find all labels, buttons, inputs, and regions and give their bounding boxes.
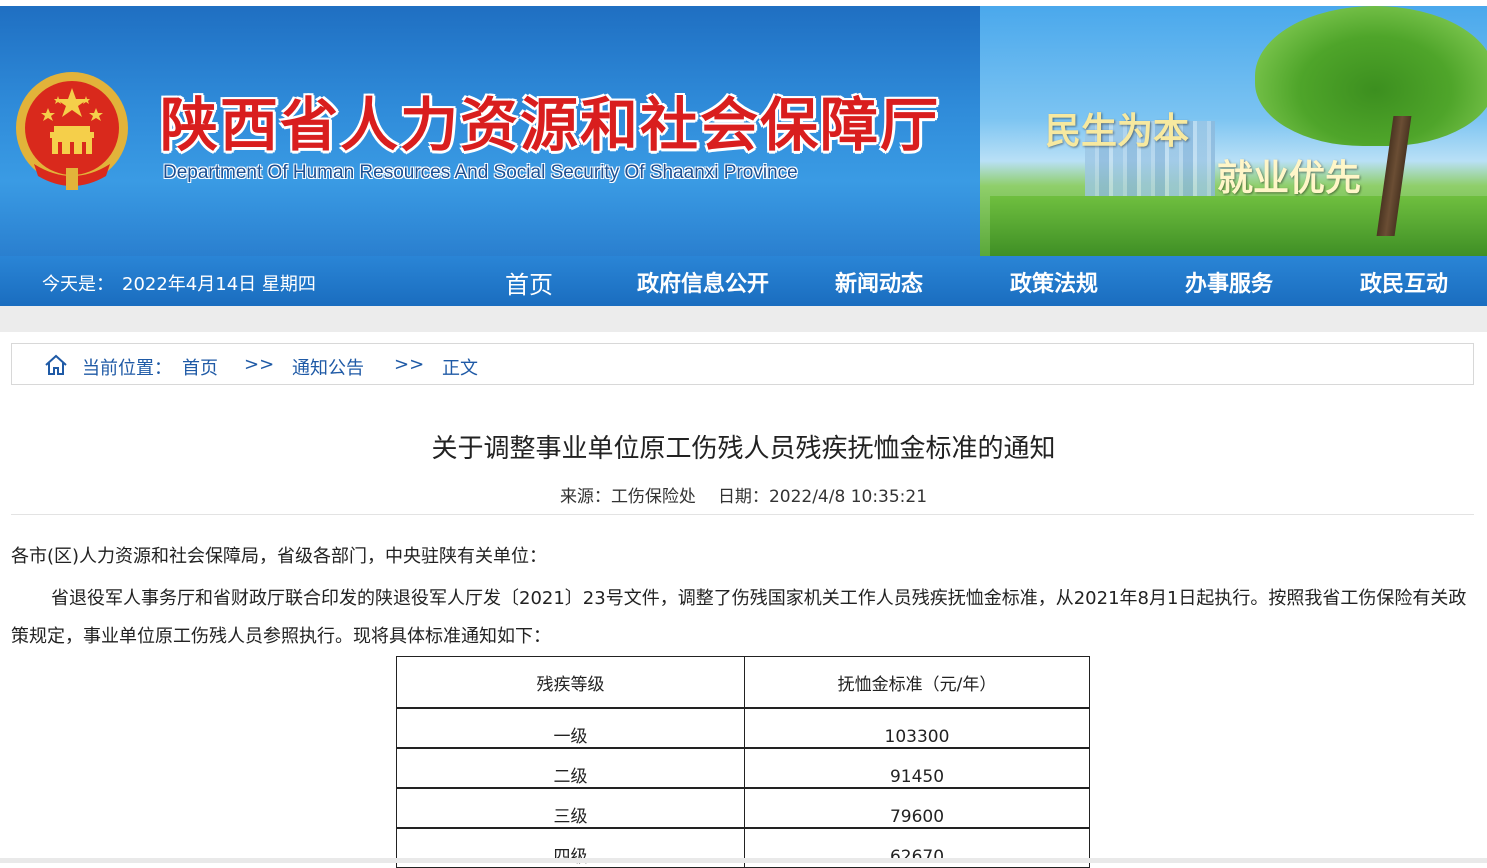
table-cell-amount: 103300 — [744, 707, 1090, 749]
compensation-table: 残疾等级 抚恤金标准（元/年） 一级 103300 二级 91450 三级 79… — [396, 656, 1090, 868]
header-banner: 陕西省人力资源和社会保障厅 Department Of Human Resour… — [0, 6, 1487, 256]
article-paragraph-1: 各市(区)人力资源和社会保障局，省级各部门，中央驻陕有关单位： — [11, 546, 548, 567]
breadcrumb-separator: >> — [244, 354, 275, 375]
banner-grass — [990, 196, 1487, 256]
table-header-cell: 抚恤金标准（元/年） — [744, 656, 1090, 709]
date-value: 2022年4月14日 星期四 — [122, 274, 316, 295]
spacer-bar — [0, 306, 1487, 332]
breadcrumb-current: 正文 — [442, 358, 478, 379]
table-cell-amount: 91450 — [744, 747, 1090, 789]
nav-item-policy[interactable]: 政策法规 — [1010, 266, 1098, 298]
table-cell-level: 三级 — [396, 787, 745, 829]
source-value: 工伤保险处 — [610, 487, 696, 507]
nav-item-interaction[interactable]: 政民互动 — [1360, 266, 1448, 298]
slogan-text-1: 民生为本 — [1045, 110, 1190, 152]
site-title: 陕西省人力资源和社会保障厅 — [160, 91, 941, 159]
breadcrumb-prefix: 当前位置： — [82, 358, 172, 379]
table-header-cell: 残疾等级 — [396, 656, 745, 709]
breadcrumb-section[interactable]: 通知公告 — [292, 354, 364, 380]
bottom-strip — [0, 858, 1487, 863]
table-cell-amount: 79600 — [744, 787, 1090, 829]
date-label: 今天是： — [42, 274, 114, 295]
article-paragraph-2: 省退役军人事务厅和省财政厅联合印发的陕退役军人厅发〔2021〕23号文件，调整了… — [11, 588, 1467, 647]
article-meta: 来源：工伤保险处 日期：2022/4/8 10:35:21 — [0, 482, 1487, 507]
banner-tree — [1255, 6, 1487, 146]
site-title-english: Department Of Human Resources And Social… — [163, 162, 798, 183]
table-row: 三级 79600 — [396, 787, 1090, 829]
today-date: 今天是： 2022年4月14日 星期四 — [42, 270, 324, 296]
main-nav: 今天是： 2022年4月14日 星期四 首页 政府信息公开 新闻动态 政策法规 办… — [0, 256, 1487, 306]
breadcrumb-separator: >> — [394, 354, 425, 375]
nav-item-gov-info[interactable]: 政府信息公开 — [637, 266, 769, 298]
nav-item-news[interactable]: 新闻动态 — [835, 266, 923, 298]
nav-item-home[interactable]: 首页 — [505, 265, 553, 300]
table-row: 二级 91450 — [396, 747, 1090, 789]
breadcrumb-home[interactable]: 首页 — [182, 354, 218, 380]
source-label: 来源： — [559, 487, 611, 507]
breadcrumb: 当前位置： 首页 >> 通知公告 >> 正文 — [11, 343, 1474, 385]
date-label: 日期： — [717, 487, 769, 507]
article-title: 关于调整事业单位原工伤残人员残疾抚恤金标准的通知 — [431, 434, 1056, 464]
table-row: 一级 103300 — [396, 707, 1090, 749]
slogan-text-2: 就业优先 — [1217, 157, 1362, 199]
table-cell-level: 一级 — [396, 707, 745, 749]
national-emblem-icon — [16, 72, 128, 190]
nav-item-services[interactable]: 办事服务 — [1185, 266, 1273, 298]
table-cell-level: 二级 — [396, 747, 745, 789]
table-header-row: 残疾等级 抚恤金标准（元/年） — [396, 656, 1090, 709]
home-icon — [45, 354, 67, 375]
publish-date: 2022/4/8 10:35:21 — [768, 487, 928, 507]
divider — [11, 514, 1474, 515]
